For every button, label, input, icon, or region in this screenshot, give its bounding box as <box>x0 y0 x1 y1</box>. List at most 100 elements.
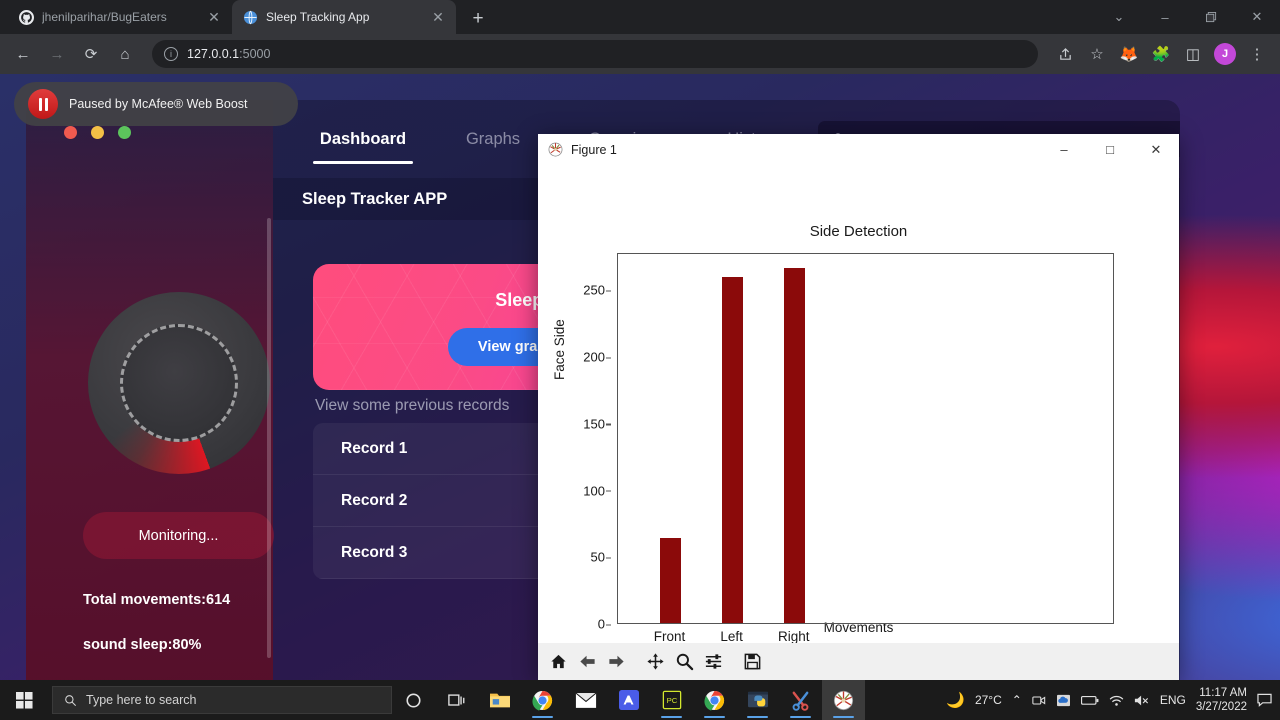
tab-github[interactable]: jhenilparihar/BugEaters ✕ <box>8 0 232 34</box>
volume-mute-icon[interactable] <box>1134 694 1150 707</box>
pan-move-icon[interactable] <box>641 648 669 676</box>
chevron-down-icon[interactable]: ⌄ <box>1096 0 1142 34</box>
bar <box>784 268 806 623</box>
tray-temperature[interactable]: 27°C <box>975 693 1002 707</box>
system-tray: 🌙 27°C ⌃ ENG 11:17 AM 3/27/2022 <box>946 686 1280 715</box>
figure-title-bar: Figure 1 – □ ✕ <box>538 134 1179 165</box>
clock-time: 11:17 AM <box>1199 686 1247 699</box>
notification-icon[interactable] <box>1257 693 1272 707</box>
search-icon <box>64 694 77 707</box>
configure-subplots-icon[interactable] <box>699 648 727 676</box>
x-tick-label: Front <box>653 629 686 644</box>
stat-sound-sleep: sound sleep:80% <box>83 637 202 653</box>
pause-icon <box>28 89 58 119</box>
back-arrow-icon[interactable] <box>573 648 601 676</box>
camera-icon[interactable] <box>1032 694 1046 707</box>
windows-taskbar: Type here to search PC 🌙 27°C ⌃ ENG 11:1… <box>0 680 1280 720</box>
windows-logo-icon[interactable] <box>0 691 48 709</box>
minimize-icon[interactable]: – <box>1142 0 1188 34</box>
url-port: :5000 <box>239 47 271 61</box>
bookmark-star-icon[interactable]: ☆ <box>1082 39 1112 69</box>
figure-toolbar <box>538 643 1179 680</box>
vscode-python-icon[interactable] <box>736 680 779 720</box>
language-indicator[interactable]: ENG <box>1160 693 1186 707</box>
y-tick-label: 50 <box>545 550 611 565</box>
movies-anywhere-icon[interactable] <box>607 680 650 720</box>
clock[interactable]: 11:17 AM 3/27/2022 <box>1196 686 1247 715</box>
moon-icon[interactable]: 🌙 <box>946 691 965 709</box>
plot-area <box>617 253 1114 624</box>
back-arrow-icon[interactable]: ← <box>8 39 38 69</box>
y-tick-label: 150 <box>545 416 611 431</box>
toolbar-actions: ☆ 🦊 🧩 ◫ J ⋮ <box>1050 39 1272 69</box>
mail-icon[interactable] <box>564 680 607 720</box>
battery-icon[interactable] <box>1080 695 1099 706</box>
github-icon <box>18 9 34 25</box>
address-bar[interactable]: i 127.0.0.1:5000 <box>152 40 1038 68</box>
tab-sleep-tracking-app[interactable]: Sleep Tracking App ✕ <box>232 0 456 34</box>
chrome-icon[interactable] <box>521 680 564 720</box>
records-label: View some previous records <box>315 397 510 414</box>
onedrive-icon[interactable] <box>1056 694 1071 707</box>
window-dots <box>64 126 131 139</box>
new-tab-button[interactable]: + <box>466 8 490 30</box>
avatar[interactable]: J <box>1210 39 1240 69</box>
figure-window-controls: – □ ✕ <box>1041 134 1179 165</box>
pycharm-icon[interactable]: PC <box>650 680 693 720</box>
extensions-puzzle-icon[interactable]: 🧩 <box>1146 39 1176 69</box>
chrome-icon[interactable] <box>693 680 736 720</box>
browser-window-controls: ⌄ – ✕ <box>1096 0 1280 34</box>
close-icon[interactable]: ✕ <box>206 9 222 26</box>
tab-title: Sleep Tracking App <box>266 10 370 24</box>
taskbar-search-input[interactable]: Type here to search <box>52 686 392 714</box>
bar <box>722 277 744 623</box>
task-view-icon[interactable] <box>435 680 478 720</box>
site-info-icon[interactable]: i <box>164 47 178 61</box>
close-icon[interactable]: ✕ <box>1234 0 1280 34</box>
maximize-icon[interactable]: □ <box>1087 134 1133 165</box>
sleep-dial-gauge <box>88 292 270 474</box>
close-icon[interactable]: ✕ <box>1133 134 1179 165</box>
y-tick-label: 250 <box>545 283 611 298</box>
wifi-icon[interactable] <box>1109 694 1124 707</box>
avatar-initial: J <box>1214 43 1236 65</box>
minimize-icon[interactable]: – <box>1041 134 1087 165</box>
share-icon[interactable] <box>1050 39 1080 69</box>
chevron-up-icon[interactable]: ⌃ <box>1012 693 1022 707</box>
mcafee-extension-icon[interactable]: 🦊 <box>1114 39 1144 69</box>
bar <box>660 537 682 623</box>
matplotlib-figure-window: Figure 1 – □ ✕ Side Detection Face Side … <box>538 134 1179 680</box>
figure-canvas[interactable]: Side Detection Face Side Movements 0 50 10… <box>538 165 1179 644</box>
x-tick-label: Right <box>778 629 810 644</box>
file-explorer-icon[interactable] <box>478 680 521 720</box>
globe-icon <box>242 9 258 25</box>
forward-arrow-icon[interactable]: → <box>42 39 72 69</box>
y-tick-label: 100 <box>545 483 611 498</box>
close-icon[interactable]: ✕ <box>430 9 446 26</box>
side-panel-icon[interactable]: ◫ <box>1178 39 1208 69</box>
reload-icon[interactable]: ⟳ <box>76 39 106 69</box>
x-tick-label: Left <box>720 629 743 644</box>
matplotlib-icon[interactable] <box>822 680 865 720</box>
forward-arrow-icon[interactable] <box>602 648 630 676</box>
mcafee-paused-toast: Paused by McAfee® Web Boost <box>14 82 298 126</box>
tab-dashboard[interactable]: Dashboard <box>298 100 428 178</box>
sidebar-scrollbar[interactable] <box>267 218 271 658</box>
chart-title: Side Detection <box>809 223 908 240</box>
maximize-icon[interactable] <box>1188 0 1234 34</box>
zoom-magnifier-icon[interactable] <box>670 648 698 676</box>
snipping-tool-icon[interactable] <box>779 680 822 720</box>
save-disk-icon[interactable] <box>738 648 766 676</box>
home-icon[interactable]: ⌂ <box>110 39 140 69</box>
browser-toolbar: ← → ⟳ ⌂ i 127.0.0.1:5000 ☆ 🦊 🧩 ◫ J ⋮ <box>0 34 1280 74</box>
svg-text:PC: PC <box>666 696 677 705</box>
mcafee-message: Paused by McAfee® Web Boost <box>69 97 248 111</box>
monitoring-button[interactable]: Monitoring... <box>83 512 274 559</box>
tab-title: jhenilparihar/BugEaters <box>42 10 167 24</box>
cortana-circle-icon[interactable] <box>392 680 435 720</box>
url-host: 127.0.0.1 <box>187 47 240 61</box>
matplotlib-icon <box>548 142 563 157</box>
figure-window-title: Figure 1 <box>571 142 617 157</box>
home-icon[interactable] <box>544 648 572 676</box>
chrome-menu-icon[interactable]: ⋮ <box>1242 39 1272 69</box>
